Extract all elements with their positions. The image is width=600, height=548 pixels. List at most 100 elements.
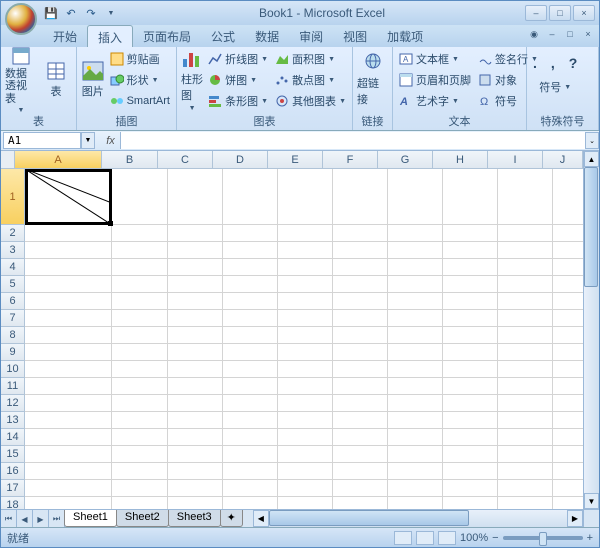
cell[interactable] (25, 463, 112, 480)
cell[interactable] (498, 276, 553, 293)
cell[interactable] (25, 310, 112, 327)
maximize-button[interactable]: □ (549, 5, 571, 21)
cell[interactable] (443, 259, 498, 276)
cell[interactable] (388, 276, 443, 293)
horizontal-scrollbar[interactable]: ◀ ▶ (253, 510, 583, 527)
cell[interactable] (498, 169, 553, 225)
cell[interactable] (498, 463, 553, 480)
cell[interactable] (553, 344, 583, 361)
scroll-right-icon[interactable]: ▶ (567, 510, 583, 527)
cell[interactable] (388, 497, 443, 509)
cell[interactable] (25, 259, 112, 276)
row-header[interactable]: 7 (1, 310, 25, 327)
row-header[interactable]: 4 (1, 259, 25, 276)
cell[interactable] (498, 395, 553, 412)
row-header[interactable]: 1 (1, 169, 25, 225)
cell[interactable] (553, 378, 583, 395)
symbols-button[interactable]: 符号▼ (537, 77, 573, 97)
cell[interactable] (388, 327, 443, 344)
cell[interactable] (553, 463, 583, 480)
cell[interactable] (25, 412, 112, 429)
cell[interactable] (112, 327, 168, 344)
cell[interactable] (112, 395, 168, 412)
cell[interactable] (25, 497, 112, 509)
prev-sheet-icon[interactable]: ◀ (17, 510, 33, 528)
hyperlink-button[interactable]: 超链接 (357, 49, 388, 111)
tab-addins[interactable]: 加载项 (377, 25, 433, 47)
cell[interactable] (223, 259, 278, 276)
cell[interactable] (388, 169, 443, 225)
shapes-button[interactable]: 形状▼ (108, 70, 172, 90)
sheet-tab-3[interactable]: Sheet3 (168, 510, 221, 527)
cell[interactable] (168, 259, 223, 276)
cell[interactable] (553, 169, 583, 225)
cell[interactable] (553, 242, 583, 259)
cell[interactable] (278, 344, 333, 361)
dot-button[interactable]: . (531, 53, 539, 73)
cell[interactable] (112, 293, 168, 310)
cell[interactable] (333, 276, 388, 293)
table-button[interactable]: 表 (40, 49, 72, 111)
new-sheet-icon[interactable]: ✦ (220, 510, 243, 527)
cell[interactable] (223, 395, 278, 412)
view-normal-icon[interactable] (394, 531, 412, 545)
qat-dropdown-icon[interactable]: ▼ (103, 5, 119, 21)
cell[interactable] (553, 395, 583, 412)
cell[interactable] (25, 480, 112, 497)
cell[interactable] (388, 446, 443, 463)
cell[interactable] (278, 169, 333, 225)
cell[interactable] (223, 412, 278, 429)
zoom-level[interactable]: 100% (460, 532, 488, 544)
cell[interactable] (168, 446, 223, 463)
cell[interactable] (168, 497, 223, 509)
cell[interactable] (278, 412, 333, 429)
redo-icon[interactable]: ↷ (83, 5, 99, 21)
cell[interactable] (168, 242, 223, 259)
doc-close-icon[interactable]: × (581, 27, 595, 41)
cell[interactable] (223, 463, 278, 480)
cell[interactable] (25, 429, 112, 446)
textbox-button[interactable]: A文本框▼ (397, 49, 473, 69)
zoom-in-icon[interactable]: + (587, 532, 593, 544)
cell[interactable] (443, 361, 498, 378)
column-header[interactable]: E (268, 151, 323, 169)
cell[interactable] (333, 310, 388, 327)
cell[interactable] (388, 395, 443, 412)
cell[interactable] (223, 497, 278, 509)
cell[interactable] (443, 327, 498, 344)
cell[interactable] (443, 429, 498, 446)
cell[interactable] (498, 412, 553, 429)
zoom-out-icon[interactable]: − (492, 532, 498, 544)
cell[interactable] (112, 378, 168, 395)
cell[interactable] (498, 480, 553, 497)
cell[interactable] (388, 344, 443, 361)
doc-restore-icon[interactable]: □ (563, 27, 577, 41)
cell[interactable] (278, 463, 333, 480)
cell[interactable] (443, 225, 498, 242)
cell[interactable] (168, 412, 223, 429)
last-sheet-icon[interactable]: ⏭ (49, 510, 65, 528)
cell[interactable] (278, 293, 333, 310)
cell[interactable] (333, 395, 388, 412)
cell[interactable] (388, 429, 443, 446)
cell[interactable] (553, 480, 583, 497)
cell[interactable] (112, 310, 168, 327)
question-button[interactable]: ? (567, 53, 580, 73)
cell[interactable] (112, 169, 168, 225)
cell[interactable] (498, 446, 553, 463)
cell[interactable] (168, 429, 223, 446)
column-header[interactable]: F (323, 151, 378, 169)
row-header[interactable]: 17 (1, 480, 25, 497)
cell[interactable] (498, 327, 553, 344)
cell[interactable] (443, 242, 498, 259)
column-header[interactable]: I (488, 151, 543, 169)
cell[interactable] (223, 480, 278, 497)
sheet-tab-2[interactable]: Sheet2 (116, 510, 169, 527)
other-chart-button[interactable]: 其他图表▼ (273, 91, 348, 111)
cell[interactable] (553, 361, 583, 378)
cell[interactable] (112, 242, 168, 259)
smartart-button[interactable]: SmartArt (108, 91, 172, 111)
cell[interactable] (443, 276, 498, 293)
doc-minimize-icon[interactable]: – (545, 27, 559, 41)
cell[interactable] (498, 361, 553, 378)
